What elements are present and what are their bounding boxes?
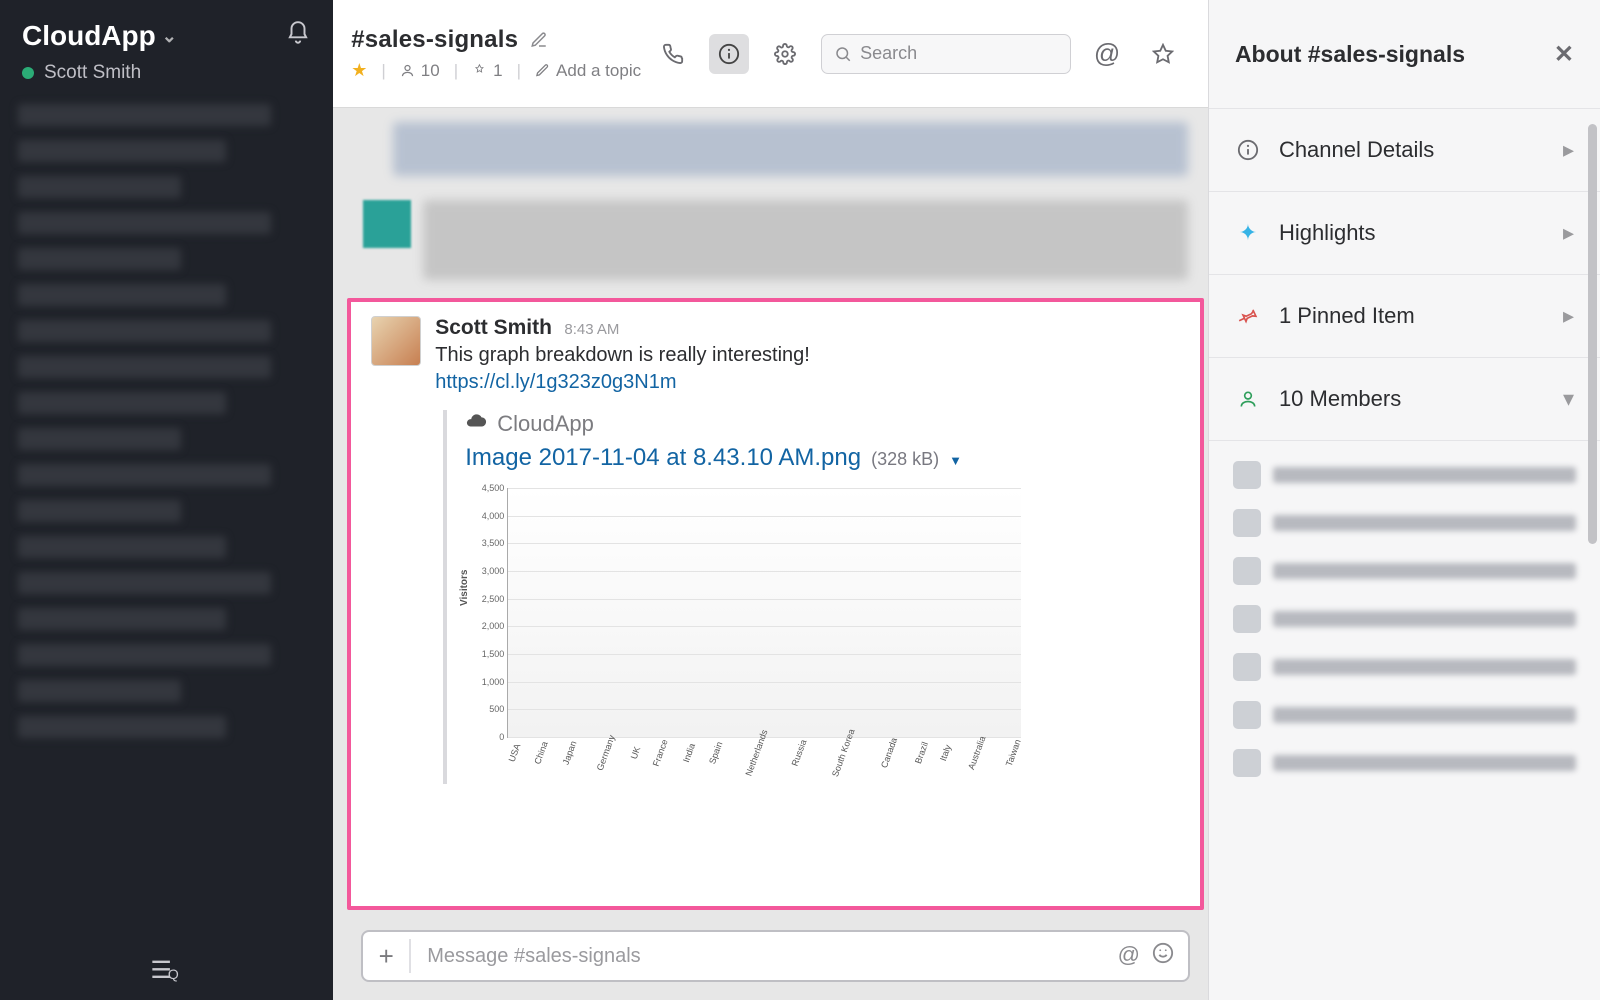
current-user-name: Scott Smith	[44, 62, 141, 84]
star-icon[interactable]: ★	[351, 60, 367, 81]
presence-dot-icon	[22, 67, 34, 79]
chevron-right-icon: ▸	[1563, 220, 1574, 246]
message-author[interactable]: Scott Smith	[435, 316, 552, 340]
about-panel-title: About #sales-signals	[1235, 41, 1465, 68]
mention-icon[interactable]: @	[1118, 942, 1140, 970]
chevron-down-icon: ▾	[1563, 386, 1574, 412]
attachment-caret-icon[interactable]: ▼	[949, 453, 962, 468]
search-input[interactable]: Search	[821, 34, 1071, 74]
attachment: CloudApp Image 2017-11-04 at 8.43.10 AM.…	[443, 410, 1180, 784]
pin-icon	[1235, 306, 1261, 326]
attachment-source: CloudApp	[497, 411, 594, 437]
redacted-message	[393, 122, 1188, 176]
member-row[interactable]	[1227, 595, 1582, 643]
message-timestamp[interactable]: 8:43 AM	[564, 321, 619, 338]
sidebar-channel-list	[0, 96, 333, 940]
message-pane: Scott Smith 8:43 AM This graph breakdown…	[333, 108, 1208, 1000]
add-topic-button[interactable]: Add a topic	[535, 61, 641, 81]
message-composer[interactable]: + Message #sales-signals @	[361, 930, 1190, 982]
main-column: #sales-signals ★ | 10 | 1 |	[333, 0, 1208, 1000]
chevron-right-icon: ▸	[1563, 303, 1574, 329]
member-row[interactable]	[1227, 451, 1582, 499]
redacted-message	[423, 200, 1188, 280]
channel-info-icon[interactable]	[709, 34, 749, 74]
info-icon	[1235, 139, 1261, 161]
channel-pinned-count[interactable]: 1	[472, 61, 502, 81]
sparkle-icon: ✦	[1235, 220, 1261, 246]
member-row[interactable]	[1227, 739, 1582, 787]
highlighted-message: Scott Smith 8:43 AM This graph breakdown…	[347, 298, 1204, 910]
composer-placeholder: Message #sales-signals	[427, 945, 1101, 968]
section-channel-details[interactable]: Channel Details ▸	[1209, 108, 1600, 191]
message-text: This graph breakdown is really interesti…	[435, 344, 1180, 367]
channel-member-count[interactable]: 10	[400, 61, 440, 81]
settings-gear-icon[interactable]	[765, 34, 805, 74]
call-icon[interactable]	[653, 34, 693, 74]
members-list	[1209, 440, 1600, 805]
close-icon[interactable]: ✕	[1554, 40, 1574, 69]
section-members[interactable]: 10 Members ▾	[1209, 357, 1600, 440]
star-outline-icon[interactable]	[1143, 34, 1183, 74]
mentions-icon[interactable]: @	[1087, 34, 1127, 74]
attach-plus-icon[interactable]: +	[377, 939, 411, 973]
channel-header: #sales-signals ★ | 10 | 1 |	[333, 0, 1208, 108]
member-row[interactable]	[1227, 547, 1582, 595]
emoji-icon[interactable]	[1152, 942, 1174, 970]
edit-channel-icon[interactable]	[530, 31, 548, 49]
message-link[interactable]: https://cl.ly/1g323z0g3N1m	[435, 371, 676, 394]
chart-ylabel: Visitors	[459, 570, 470, 607]
quick-switcher-icon[interactable]: ☰Q	[0, 940, 333, 1000]
panel-scrollbar[interactable]	[1586, 120, 1600, 1000]
current-user[interactable]: Scott Smith	[0, 62, 333, 96]
attachment-chart: Visitors 05001,0001,5002,0002,5003,0003,…	[465, 484, 1025, 784]
attachment-title[interactable]: Image 2017-11-04 at 8.43.10 AM.png	[465, 444, 861, 472]
workspace-sidebar: CloudApp ⌄ Scott Smith ☰Q	[0, 0, 333, 1000]
chevron-right-icon: ▸	[1563, 137, 1574, 163]
member-row[interactable]	[1227, 499, 1582, 547]
workspace-name: CloudApp	[22, 20, 156, 52]
channel-name: #sales-signals	[351, 26, 518, 54]
section-pinned[interactable]: 1 Pinned Item ▸	[1209, 274, 1600, 357]
member-row[interactable]	[1227, 691, 1582, 739]
attachment-size: (328 kB)	[871, 449, 939, 470]
search-placeholder: Search	[860, 43, 917, 64]
section-highlights[interactable]: ✦ Highlights ▸	[1209, 191, 1600, 274]
redacted-avatar	[363, 200, 411, 248]
chevron-down-icon: ⌄	[162, 26, 177, 47]
cloudapp-icon	[465, 410, 487, 438]
workspace-switcher[interactable]: CloudApp ⌄	[22, 20, 177, 52]
notifications-bell-icon[interactable]	[285, 20, 311, 51]
about-panel: About #sales-signals ✕ Channel Details ▸…	[1208, 0, 1600, 1000]
member-row[interactable]	[1227, 643, 1582, 691]
person-icon	[1235, 389, 1261, 409]
message-avatar[interactable]	[371, 316, 421, 366]
